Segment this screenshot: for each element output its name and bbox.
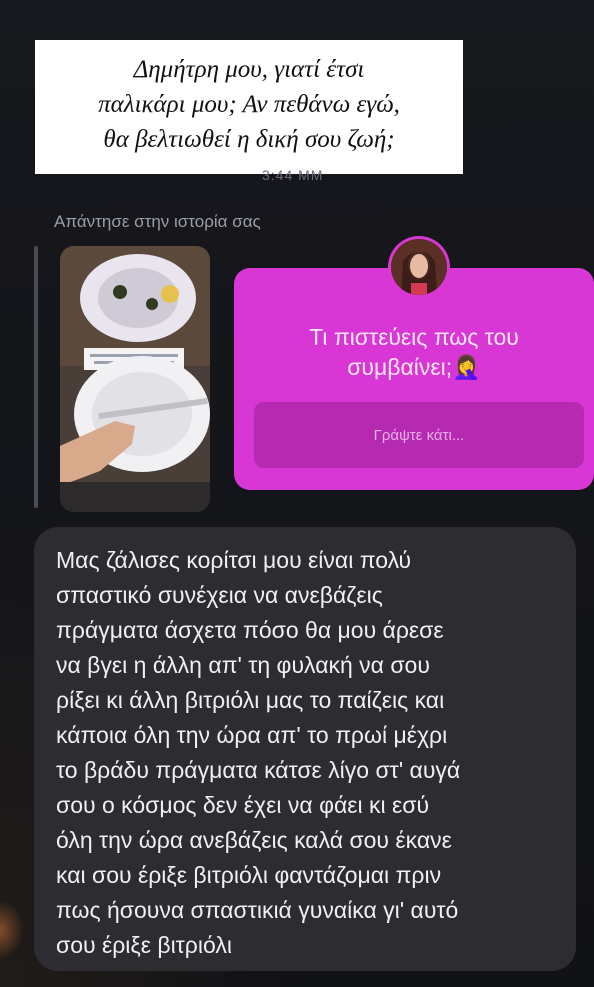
message-line: Μας ζάλισες κορίτσι μου είναι πολύ — [56, 547, 412, 573]
message-line: σου ο κόσμος δεν έχει να φάει κι εσύ — [56, 792, 430, 818]
story-thumbnail[interactable] — [60, 246, 210, 512]
avatar — [388, 236, 450, 298]
caption-line: θα βελτιωθεί η δική σου ζωή; — [103, 126, 395, 153]
message-line: πράγματα άσχετα πόσο θα μου άρεσε — [56, 617, 444, 643]
caption-line: Δημήτρη μου, γιατί έτσι — [133, 56, 365, 83]
message-bubble[interactable]: Μας ζάλισες κορίτσι μου είναι πολύ σπαστ… — [34, 527, 576, 971]
message-line: σπαστικό συνέχεια να ανεβάζεις — [56, 582, 383, 608]
message-line: να βγει η άλλη απ' τη φυλακή να σου — [56, 652, 430, 678]
message-line: πως ήσουνα σπαστικιά γυναίκα γι' αυτό — [56, 897, 459, 923]
message-line: όλη την ώρα ανεβάζεις καλά σου έκανε — [56, 827, 452, 853]
message-line: σου έριξε βιτριόλι — [56, 932, 232, 958]
sticker-question-line: Τι πιστεύεις πως του — [309, 324, 519, 350]
story-photo — [60, 246, 210, 512]
message-line: και σου έριξε βιτριόλι φαντάζομαι πριν — [56, 862, 442, 888]
caption-line: παλικάρι μου; Αν πεθάνω εγώ, — [98, 91, 400, 118]
sticker-question-line: συμβαίνει;🤦‍♀️ — [347, 354, 481, 380]
reply-indicator-bar — [34, 246, 38, 508]
sticker-answer-field[interactable]: Γράψτε κάτι... — [254, 402, 584, 468]
background-glow — [0, 900, 24, 960]
overlay-caption: Δημήτρη μου, γιατί έτσι παλικάρι μου; Αν… — [35, 40, 463, 174]
message-line: ρίξει κι άλλη βιτριόλι μας το παίζεις κα… — [56, 687, 445, 713]
message-line: το βράδυ πράγματα κάτσε λίγο στ' αυγά — [56, 757, 461, 783]
replied-to-story-label: Απάντησε στην ιστορία σας — [54, 212, 261, 231]
sticker-question: Τι πιστεύεις πως του συμβαίνει;🤦‍♀️ — [234, 322, 594, 382]
avatar-photo — [391, 239, 447, 295]
timestamp: 3:44 ΜΜ — [262, 167, 324, 183]
message-line: κάποια όλη την ώρα απ' το πρωί μέχρι — [56, 722, 448, 748]
